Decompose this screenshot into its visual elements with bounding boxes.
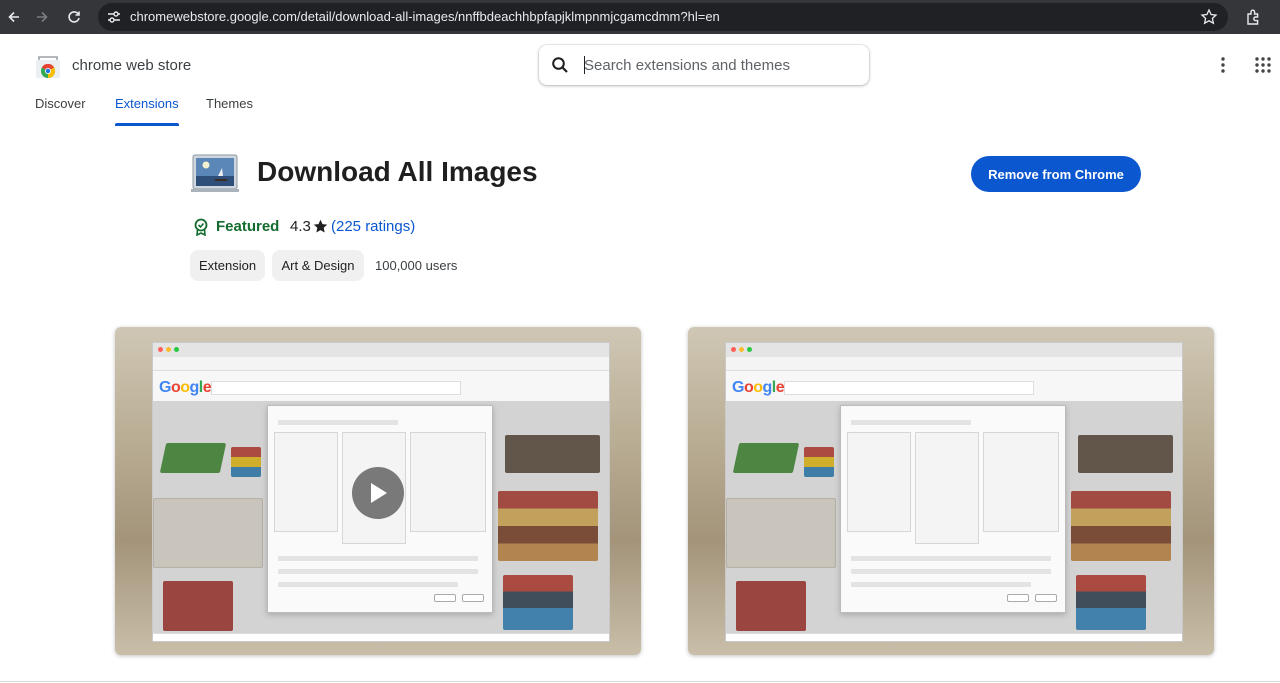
tab-extensions[interactable]: Extensions [115, 96, 179, 126]
screenshot-browser-window: Google [725, 342, 1183, 642]
mini-tab-strip [153, 343, 609, 357]
mini-search-field [784, 381, 1034, 395]
chrome-web-store-logo[interactable] [35, 53, 61, 79]
section-divider [0, 681, 1280, 682]
forward-button[interactable] [28, 0, 56, 34]
address-bar[interactable]: chromewebstore.google.com/detail/downloa… [98, 3, 1228, 31]
mini-settings-dialog [840, 405, 1066, 613]
tab-discover[interactable]: Discover [35, 96, 86, 126]
google-apps-icon[interactable] [1254, 56, 1272, 74]
browser-toolbar: chromewebstore.google.com/detail/downloa… [0, 0, 1280, 34]
rating-star-icon [313, 219, 328, 233]
remove-from-chrome-button[interactable]: Remove from Chrome [971, 156, 1141, 192]
more-options-icon[interactable] [1214, 55, 1232, 75]
extension-icon [191, 154, 239, 192]
text-caret [584, 56, 585, 74]
search-box[interactable] [539, 45, 869, 85]
extensions-puzzle-icon[interactable] [1244, 7, 1264, 27]
featured-badge-icon [194, 218, 208, 236]
back-arrow-icon [8, 11, 19, 23]
ratings-link[interactable]: (225 ratings) [331, 218, 415, 235]
play-icon [371, 483, 387, 503]
mini-tab-strip [726, 343, 1182, 357]
tab-themes[interactable]: Themes [206, 96, 253, 126]
mini-status-bar [153, 633, 609, 641]
mini-address-bar [726, 357, 1182, 371]
reload-button[interactable] [60, 0, 88, 34]
user-count: 100,000 users [375, 258, 458, 273]
mini-google-logo: Google [732, 379, 785, 396]
rating-value: 4.3 [290, 218, 311, 235]
reload-icon [68, 11, 80, 23]
back-button[interactable] [0, 0, 28, 34]
chip-type[interactable]: Extension [190, 250, 265, 281]
url-text: chromewebstore.google.com/detail/downloa… [130, 9, 720, 24]
mini-google-logo: Google [159, 379, 212, 396]
mini-status-bar [726, 633, 1182, 641]
mini-address-bar [153, 357, 609, 371]
extension-title: Download All Images [257, 156, 538, 187]
mini-search-field [211, 381, 461, 395]
forward-arrow-icon [37, 11, 48, 23]
store-name[interactable]: chrome web store [72, 57, 191, 74]
chip-category[interactable]: Art & Design [272, 250, 364, 281]
site-info-icon[interactable] [106, 9, 122, 25]
search-icon [552, 57, 568, 73]
search-input[interactable] [584, 55, 854, 75]
featured-label[interactable]: Featured [216, 218, 279, 235]
bookmark-star-icon[interactable] [1200, 8, 1218, 26]
screenshot-video-thumbnail[interactable]: Google [115, 327, 641, 655]
screenshot-image-thumbnail[interactable]: Google [688, 327, 1214, 655]
play-video-button[interactable] [352, 467, 404, 519]
